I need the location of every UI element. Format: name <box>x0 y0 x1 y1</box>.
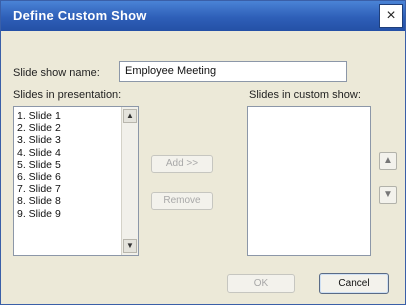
up-arrow-icon: ▲ <box>383 155 393 166</box>
close-icon: × <box>386 7 396 24</box>
close-button[interactable]: × <box>379 4 403 28</box>
list-item[interactable]: 1. Slide 1 <box>14 110 122 122</box>
scroll-up-icon[interactable]: ▲ <box>123 109 137 123</box>
move-down-button[interactable]: ▼ <box>379 186 397 204</box>
list-item[interactable]: 9. Slide 9 <box>14 208 122 220</box>
slides-in-custom-show-label: Slides in custom show: <box>249 89 361 101</box>
list-item[interactable]: 2. Slide 2 <box>14 122 122 134</box>
list-item[interactable]: 4. Slide 4 <box>14 147 122 159</box>
define-custom-show-dialog: Define Custom Show × Slide show name: Em… <box>0 0 406 305</box>
presentation-slides-list[interactable]: 1. Slide 1 2. Slide 2 3. Slide 3 4. Slide 4… <box>13 106 139 256</box>
presentation-slides-items: 1. Slide 1 2. Slide 2 3. Slide 3 4. Slide 4… <box>14 107 122 220</box>
slide-show-name-label: Slide show name: <box>13 67 100 79</box>
custom-show-slides-list[interactable] <box>247 106 371 256</box>
ok-button[interactable]: OK <box>227 274 295 293</box>
list-item[interactable]: 6. Slide 6 <box>14 171 122 183</box>
scroll-down-icon[interactable]: ▼ <box>123 239 137 253</box>
presentation-list-scrollbar[interactable]: ▲ ▼ <box>121 107 138 255</box>
cancel-button[interactable]: Cancel <box>319 273 389 294</box>
down-arrow-icon: ▼ <box>383 189 393 200</box>
list-item[interactable]: 5. Slide 5 <box>14 159 122 171</box>
title-bar: Define Custom Show × <box>1 1 405 31</box>
remove-button[interactable]: Remove <box>151 192 213 210</box>
list-item[interactable]: 3. Slide 3 <box>14 134 122 146</box>
move-up-button[interactable]: ▲ <box>379 152 397 170</box>
list-item[interactable]: 7. Slide 7 <box>14 183 122 195</box>
list-item[interactable]: 8. Slide 8 <box>14 195 122 207</box>
dialog-title: Define Custom Show <box>13 8 147 23</box>
slide-show-name-input[interactable]: Employee Meeting <box>119 61 347 82</box>
add-button[interactable]: Add >> <box>151 155 213 173</box>
slides-in-presentation-label: Slides in presentation: <box>13 89 122 101</box>
